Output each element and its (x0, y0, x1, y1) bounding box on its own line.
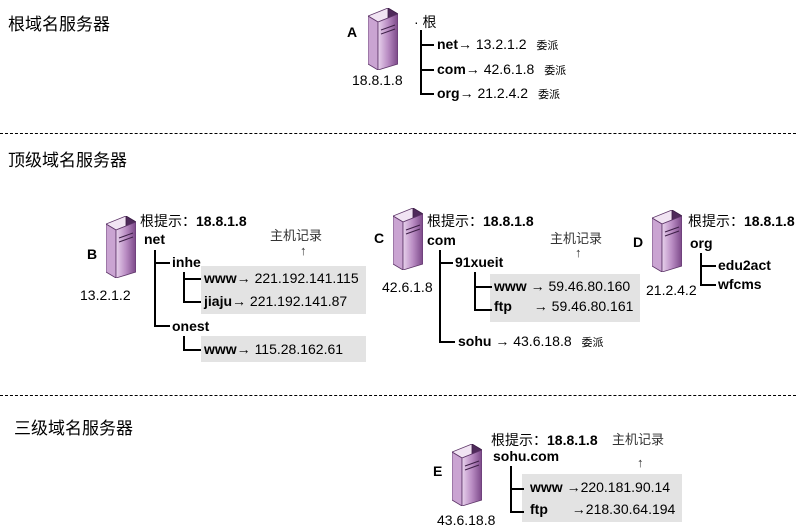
tree-line (183, 349, 201, 351)
tree-line (510, 511, 524, 513)
server-a-icon (368, 8, 398, 70)
server-d-sub: edu2act (718, 257, 771, 273)
server-c-zone: com (427, 232, 456, 248)
tree-line (183, 336, 185, 350)
server-e-zone: sohu.com (493, 448, 560, 464)
separator-2 (0, 395, 796, 396)
up-arrow-icon: ↑ (637, 455, 644, 470)
tree-line (474, 309, 492, 311)
server-d-hint: 根提示：18.8.1.8 (688, 213, 795, 229)
tree-line (420, 93, 434, 95)
tree-line (420, 69, 434, 71)
server-b-icon (106, 216, 136, 278)
server-c-sub2: sohu → 43.6.18.8 委派 (458, 333, 604, 349)
server-e-record: www →220.181.90.14 (530, 479, 671, 495)
tree-line (183, 278, 201, 280)
host-record-label-e: 主机记录 (612, 432, 665, 447)
tree-line (474, 286, 492, 288)
server-e-hint: 根提示：18.8.1.8 (491, 432, 598, 448)
server-a-letter: A (347, 24, 358, 40)
tree-line (700, 265, 716, 267)
server-d-sub: wfcms (718, 276, 762, 292)
up-arrow-icon: ↑ (300, 243, 307, 258)
server-e-record: ftp →218.30.64.194 (530, 501, 676, 517)
tree-line (154, 325, 170, 327)
server-b-letter: B (87, 246, 98, 262)
server-a-zone: · 根 (414, 14, 437, 30)
tree-line (474, 272, 476, 310)
tree-line (420, 30, 422, 94)
server-b-hint: 根提示：18.8.1.8 (140, 213, 247, 229)
up-arrow-icon: ↑ (575, 245, 582, 260)
separator-1 (0, 133, 796, 134)
server-d-letter: D (633, 234, 644, 250)
level-title-root: 根域名服务器 (8, 15, 110, 34)
tree-line (154, 262, 170, 264)
host-record-label-b: 主机记录 (270, 228, 323, 243)
level-title-top: 顶级域名服务器 (8, 151, 127, 170)
tree-line (183, 272, 185, 302)
server-c-letter: C (374, 230, 385, 246)
server-c-record: ftp → 59.46.80.161 (494, 298, 634, 314)
server-b-record: www→ 221.192.141.115 (204, 270, 359, 286)
server-d-icon (652, 210, 682, 272)
server-d-ip: 21.2.4.2 (646, 282, 697, 298)
server-e-ip: 43.6.18.8 (437, 512, 496, 528)
server-d-zone: org (690, 235, 713, 251)
server-c-record: www → 59.46.80.160 (494, 278, 631, 294)
server-e-letter: E (433, 463, 443, 479)
server-e-icon (452, 444, 482, 506)
server-c-ip: 42.6.1.8 (382, 279, 433, 295)
server-c-sub1: 91xueit (455, 254, 504, 270)
tree-line (439, 250, 441, 342)
server-c-hint: 根提示：18.8.1.8 (427, 213, 534, 229)
server-b-sub2: onest (172, 318, 210, 334)
server-a-record: com→ 42.6.1.8 委派 (437, 61, 567, 77)
server-a-record: net→ 13.2.1.2 委派 (437, 36, 559, 52)
tree-line (439, 341, 455, 343)
tree-line (510, 488, 524, 490)
tree-line (700, 284, 716, 286)
tree-line (183, 301, 201, 303)
level-title-third: 三级域名服务器 (14, 419, 133, 438)
tree-line (420, 44, 434, 46)
server-b-zone: net (144, 231, 165, 247)
server-b-sub1: inhe (172, 254, 201, 270)
tree-line (700, 253, 702, 285)
server-a-ip: 18.8.1.8 (352, 72, 403, 88)
server-a-record: org→ 21.2.4.2 委派 (437, 85, 560, 101)
server-b-record: www→ 115.28.162.61 (204, 341, 344, 357)
server-b-ip: 13.2.1.2 (80, 287, 131, 303)
tree-line (439, 262, 453, 264)
server-c-icon (393, 208, 423, 270)
server-b-record: jiaju→ 221.192.141.87 (204, 293, 348, 309)
